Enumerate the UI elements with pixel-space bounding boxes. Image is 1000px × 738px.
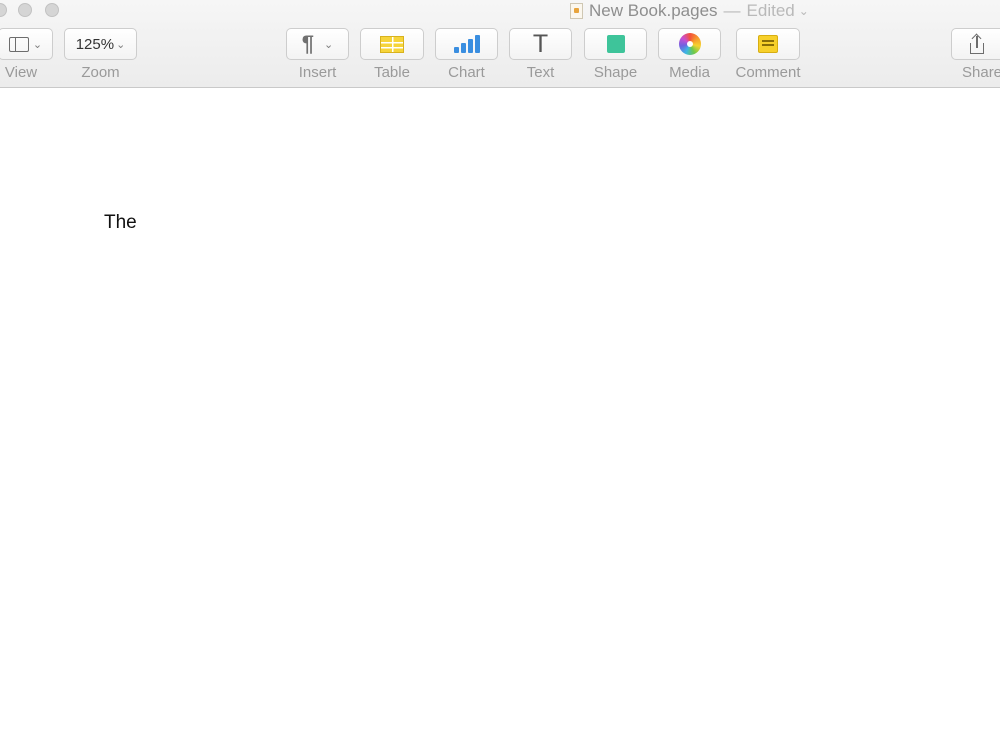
photos-icon <box>678 33 701 55</box>
chevron-down-icon: ⌄ <box>116 38 126 51</box>
text-label: Text <box>526 64 555 81</box>
zoom-value: 125% <box>75 35 115 53</box>
table-icon <box>380 35 404 53</box>
share-button[interactable] <box>951 28 1000 60</box>
table-button[interactable] <box>360 28 424 60</box>
edited-status: Edited <box>746 1 795 20</box>
document-title: New Book.pages <box>589 1 718 20</box>
chart-label: Chart <box>448 64 485 81</box>
document-canvas[interactable]: The <box>0 88 1000 738</box>
shape-icon <box>606 35 625 53</box>
chevron-down-icon: ⌄ <box>32 38 43 51</box>
comment-button[interactable] <box>736 28 800 60</box>
document-body-text[interactable]: The <box>104 212 137 234</box>
pages-window: New Book.pages — Edited ⌄ ⌄ View 125% ⌄ … <box>0 0 1000 738</box>
share-label: Share <box>962 64 1000 81</box>
toolbar: New Book.pages — Edited ⌄ ⌄ View 125% ⌄ … <box>0 0 1000 88</box>
minimize-window-button[interactable] <box>18 3 32 17</box>
media-button[interactable] <box>658 28 721 60</box>
window-title-bar[interactable]: New Book.pages — Edited ⌄ <box>570 0 809 22</box>
insert-button[interactable]: ¶ ⌄ <box>286 28 349 60</box>
sidebar-icon <box>8 36 29 52</box>
share-icon <box>969 33 985 54</box>
shape-button[interactable] <box>584 28 647 60</box>
text-icon: T <box>532 29 549 58</box>
table-label: Table <box>374 64 410 81</box>
comment-icon <box>758 35 778 53</box>
zoom-label: Zoom <box>81 64 120 81</box>
pilcrow-icon: ¶ <box>301 31 315 56</box>
title-separator: — <box>723 1 741 20</box>
zoom-window-button[interactable] <box>45 3 59 17</box>
shape-label: Shape <box>593 64 638 81</box>
bar-chart-icon <box>453 35 480 53</box>
media-label: Media <box>669 64 710 81</box>
chevron-down-icon: ⌄ <box>798 4 809 18</box>
zoom-select[interactable]: 125% ⌄ <box>64 28 137 60</box>
chevron-down-icon: ⌄ <box>324 38 334 51</box>
view-button[interactable]: ⌄ <box>0 28 53 60</box>
comment-label: Comment <box>735 64 801 81</box>
close-window-button[interactable] <box>0 3 7 17</box>
chart-button[interactable] <box>435 28 498 60</box>
insert-label: Insert <box>298 64 337 81</box>
text-button[interactable]: T <box>509 28 572 60</box>
pages-document-icon <box>570 3 583 19</box>
view-label: View <box>4 64 38 81</box>
